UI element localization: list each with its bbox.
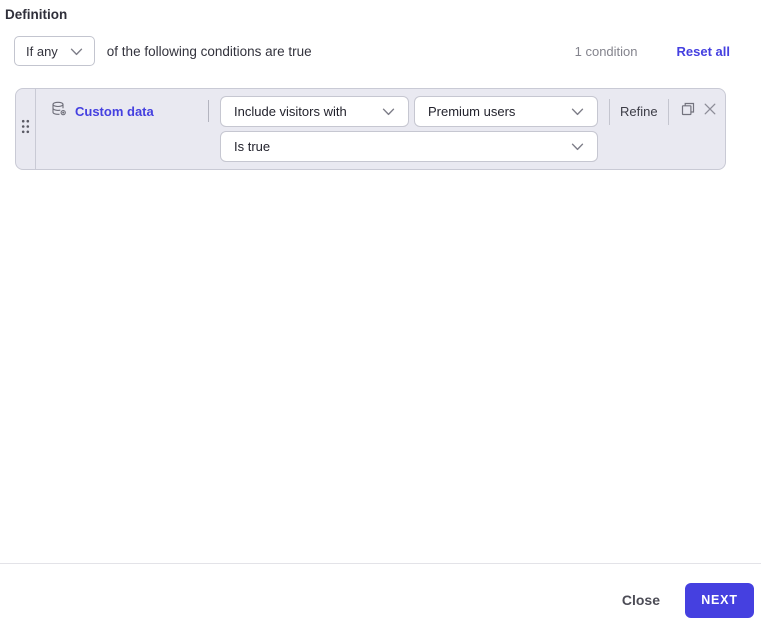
drag-handle[interactable]	[16, 89, 36, 169]
condition-type: Custom data	[36, 96, 208, 127]
match-type-value: If any	[26, 44, 58, 59]
divider	[609, 99, 610, 125]
property-dropdown-value: Premium users	[428, 104, 515, 119]
condition-dropdowns: Include visitors with Premium users	[220, 96, 598, 162]
value-dropdown[interactable]: Is true	[220, 131, 598, 162]
close-button[interactable]: Close	[622, 592, 660, 608]
chevron-down-icon	[571, 139, 584, 154]
conditions-suffix-text: of the following conditions are true	[107, 44, 312, 59]
chevron-down-icon	[382, 104, 395, 119]
segment-definition-panel: Definition If any of the following condi…	[0, 0, 761, 628]
divider	[668, 99, 669, 125]
database-gear-icon	[51, 101, 67, 122]
condition-type-label[interactable]: Custom data	[75, 104, 154, 119]
duplicate-icon	[681, 102, 695, 121]
drag-dots-icon	[21, 119, 30, 139]
chevron-down-icon	[70, 44, 83, 59]
dialog-footer: Close NEXT	[0, 563, 761, 628]
remove-condition-button[interactable]	[699, 101, 721, 123]
reset-all-button[interactable]: Reset all	[677, 44, 730, 59]
close-icon	[703, 102, 717, 121]
chevron-down-icon	[571, 104, 584, 119]
divider	[208, 100, 209, 122]
next-button[interactable]: NEXT	[685, 583, 754, 618]
duplicate-condition-button[interactable]	[677, 101, 699, 123]
match-type-select[interactable]: If any	[14, 36, 95, 66]
property-dropdown[interactable]: Premium users	[414, 96, 598, 127]
condition-row: Custom data Include visitors with Premiu…	[15, 88, 726, 170]
condition-content: Custom data Include visitors with Premiu…	[36, 89, 725, 169]
builder-controls: If any of the following conditions are t…	[14, 36, 761, 66]
condition-count: 1 condition	[575, 44, 638, 59]
refine-button[interactable]: Refine	[620, 104, 658, 119]
operator-dropdown[interactable]: Include visitors with	[220, 96, 409, 127]
operator-dropdown-value: Include visitors with	[234, 104, 347, 119]
condition-actions: Refine	[609, 96, 721, 127]
value-dropdown-value: Is true	[234, 139, 270, 154]
page-title: Definition	[5, 7, 67, 22]
